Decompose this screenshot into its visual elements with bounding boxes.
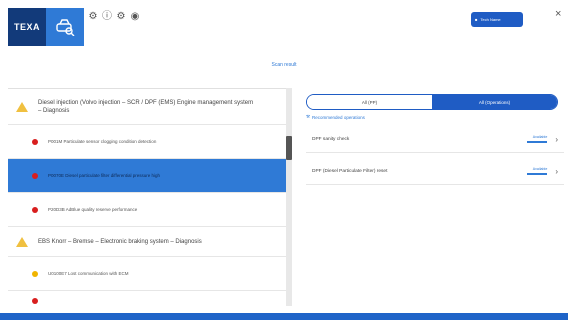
texa-logo: TEXA bbox=[8, 8, 46, 46]
warning-icon bbox=[16, 236, 28, 247]
status-bar bbox=[527, 141, 548, 143]
error-dot-icon bbox=[32, 138, 38, 145]
error-text: P20D3B AdBlue quality reserve performanc… bbox=[48, 207, 138, 212]
error-dot-icon bbox=[32, 270, 38, 277]
user-button[interactable]: ■ Tech Name bbox=[471, 12, 523, 27]
system-row[interactable]: Diesel injection (Volvo injection – SCR … bbox=[8, 89, 286, 125]
error-row[interactable] bbox=[8, 291, 286, 307]
globe-icon[interactable]: ◉ bbox=[130, 12, 140, 22]
error-dot-icon bbox=[32, 298, 38, 304]
tab-all-operations[interactable]: All (Operations) bbox=[432, 95, 557, 109]
logo-text: TEXA bbox=[13, 22, 40, 32]
diagnosis-app-tile[interactable] bbox=[46, 8, 84, 46]
wrench-icon[interactable]: ⚙ bbox=[88, 12, 98, 22]
chevron-right-icon[interactable]: › bbox=[555, 135, 558, 144]
top-bar: TEXA ⚙ ⓘ ⚙ ◉ ■ Tech Name × bbox=[0, 0, 568, 46]
footer-bar bbox=[0, 313, 568, 320]
error-dot-icon bbox=[32, 206, 38, 213]
user-label: Tech Name bbox=[480, 17, 501, 22]
error-row[interactable]: U0100E7 Lost communication with ECM bbox=[8, 257, 286, 291]
scan-result-link[interactable]: Scan result bbox=[0, 62, 568, 68]
error-text: U0100E7 Lost communication with ECM bbox=[48, 271, 129, 276]
error-dot-icon bbox=[32, 172, 38, 179]
error-row[interactable]: P001M Particulate sensor clogging condit… bbox=[8, 125, 286, 159]
scrollbar[interactable] bbox=[286, 88, 292, 306]
error-text: P0070E Diesel particulate filter differe… bbox=[48, 173, 160, 178]
user-icon: ■ bbox=[475, 17, 478, 22]
error-text: P001M Particulate sensor clogging condit… bbox=[48, 139, 157, 144]
operation-status: Available bbox=[525, 167, 548, 175]
close-icon[interactable]: × bbox=[555, 8, 561, 20]
settings-icon[interactable]: ⚙ bbox=[116, 12, 126, 22]
recommended-label: Recommended operations bbox=[312, 114, 365, 120]
wrench-icon: ⚒ bbox=[306, 114, 311, 119]
operation-status: Available bbox=[525, 135, 548, 143]
car-diagnosis-icon bbox=[56, 19, 75, 36]
info-icon[interactable]: ⓘ bbox=[102, 12, 112, 22]
status-label: Available bbox=[532, 135, 548, 139]
operation-row[interactable]: DPF (Diesel Particulate Filter) reset Av… bbox=[306, 158, 564, 185]
recommended-operations: ⚒ Recommended operations bbox=[306, 114, 365, 120]
system-title: Diesel injection (Volvo injection – SCR … bbox=[38, 99, 254, 114]
system-title: EBS Knorr – Bremse – Electronic braking … bbox=[38, 238, 202, 245]
operation-name: DPF (Diesel Particulate Filter) reset bbox=[312, 168, 388, 174]
warning-icon bbox=[16, 101, 28, 112]
error-row[interactable]: P20D3B AdBlue quality reserve performanc… bbox=[8, 193, 286, 227]
operation-name: DPF sanity check bbox=[312, 136, 350, 142]
error-row-selected[interactable]: P0070E Diesel particulate filter differe… bbox=[8, 159, 286, 193]
error-list-panel: Diesel injection (Volvo injection – SCR … bbox=[8, 88, 286, 307]
scrollbar-thumb[interactable] bbox=[286, 136, 292, 160]
system-row[interactable]: EBS Knorr – Bremse – Electronic braking … bbox=[8, 227, 286, 257]
tab-all-pp[interactable]: All (PP) bbox=[307, 95, 432, 109]
operations-panel: All (PP) All (Operations) ⚒ Recommended … bbox=[296, 88, 564, 306]
chevron-right-icon[interactable]: › bbox=[555, 167, 558, 176]
status-bar bbox=[527, 173, 548, 175]
tab-group: All (PP) All (Operations) bbox=[306, 94, 558, 110]
operation-row[interactable]: DPF sanity check Available › bbox=[306, 126, 564, 153]
status-label: Available bbox=[532, 167, 548, 171]
